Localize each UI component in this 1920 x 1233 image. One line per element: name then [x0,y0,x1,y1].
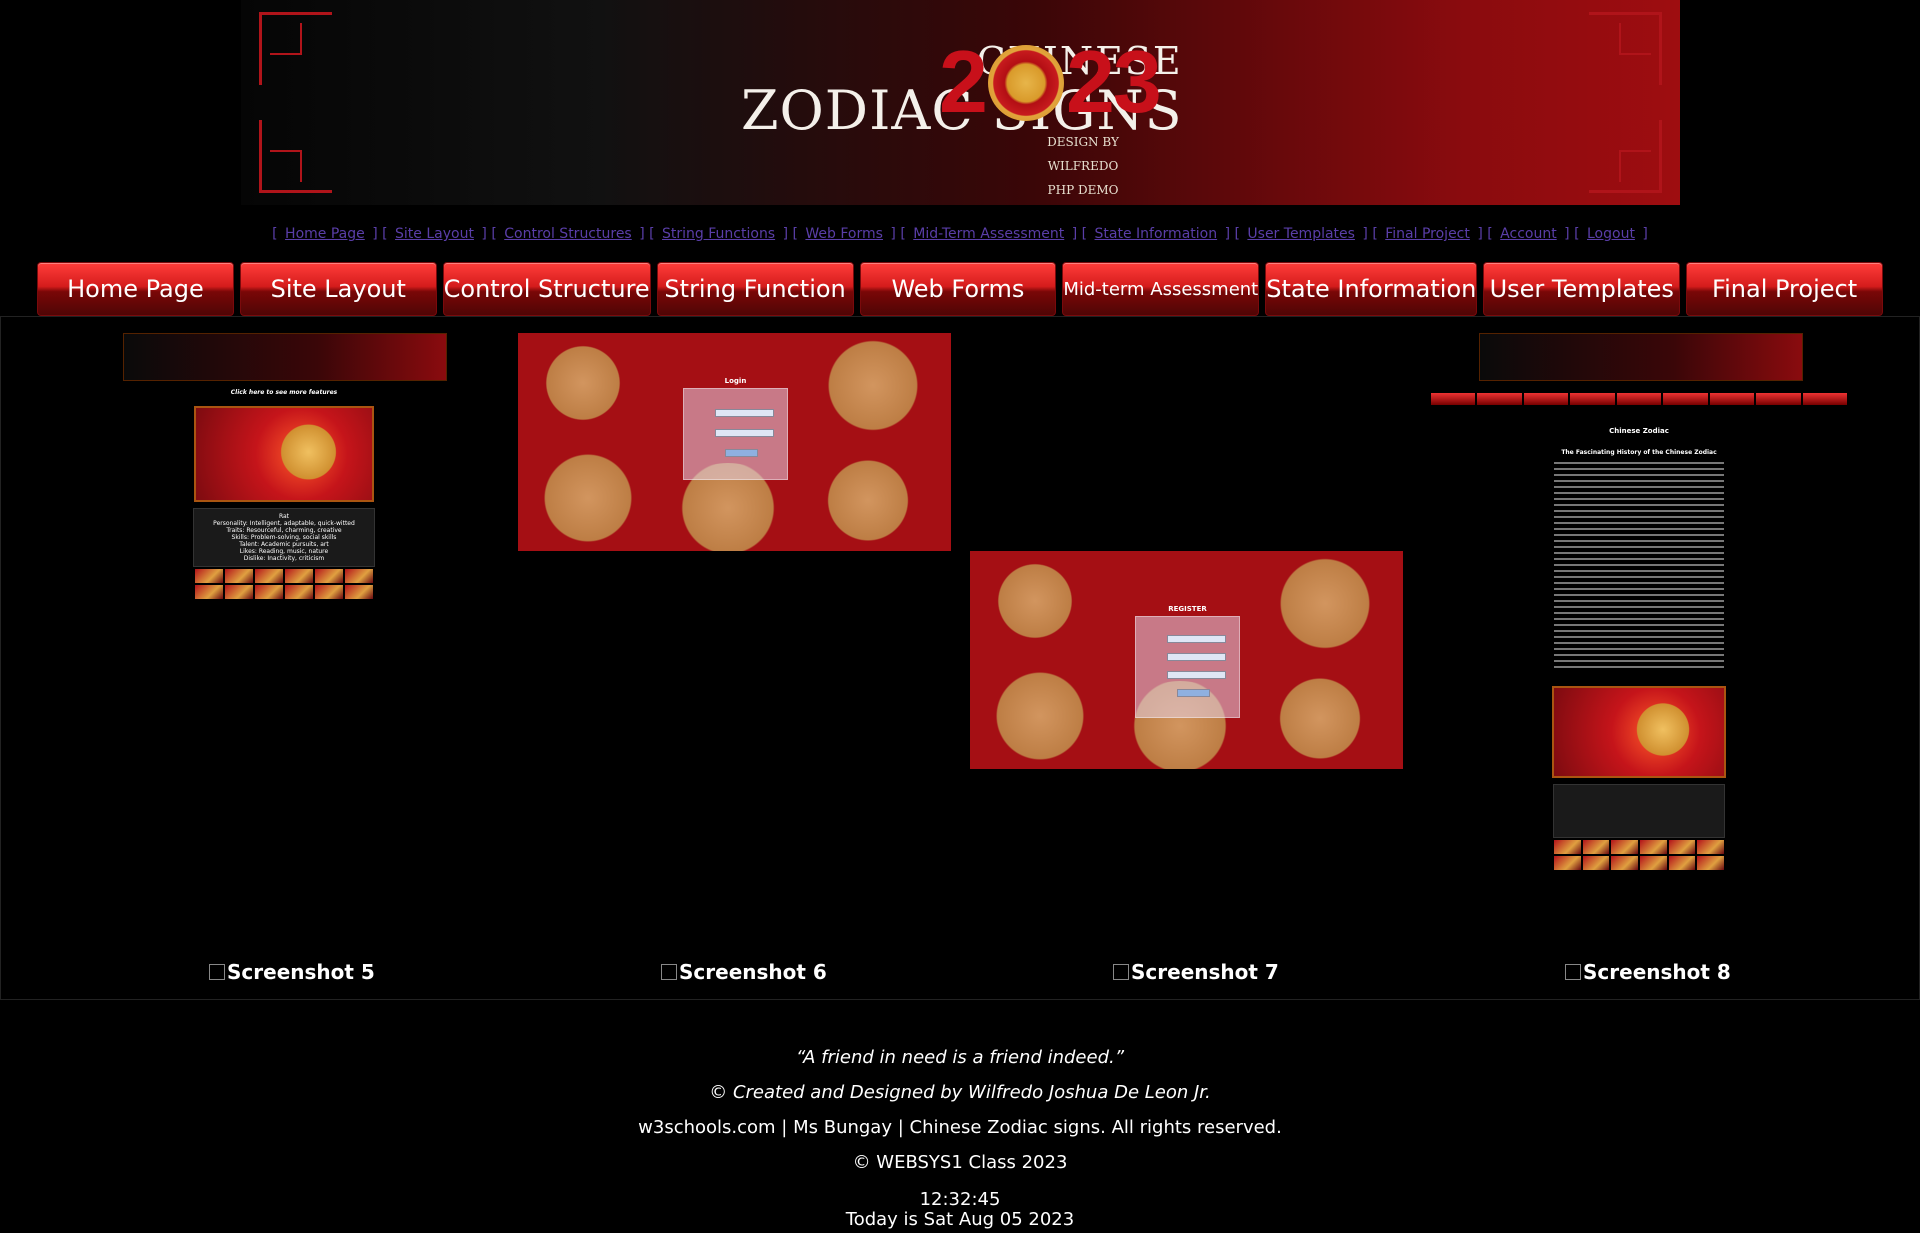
mini-paragraphs [1554,462,1724,672]
nav-button-home[interactable]: Home Page [37,262,234,316]
info-line: Personality: Intelligent, adaptable, qui… [213,520,355,527]
button-navigation: Home Page Site Layout Control Structure … [37,262,1883,316]
text-navigation: [ Home Page ] [ Site Layout ] [ Control … [272,226,1648,242]
nav-button-user-templates[interactable]: User Templates [1483,262,1681,316]
corner-ornament [1589,12,1662,85]
textnav-user-templates[interactable]: User Templates [1247,226,1355,242]
rat-card-image [1552,686,1726,778]
nav-button-state-information[interactable]: State Information [1265,262,1478,316]
thumbnail-strip [1554,840,1724,870]
info-line: Dislike: Inactivity, criticism [243,555,325,562]
textnav-control-structures[interactable]: Control Structures [504,226,631,242]
info-line: Talent: Academic pursuits, art [239,541,329,548]
textnav-home[interactable]: Home Page [285,226,365,242]
mini-heading: Chinese Zodiac [1609,427,1669,435]
info-line: Rat [278,513,290,520]
footer: “A friend in need is a friend indeed.” ©… [0,1040,1920,1230]
footer-credit: © Created and Designed by Wilfredo Joshu… [709,1082,1211,1103]
nav-button-control-structure[interactable]: Control Structure [442,262,651,316]
rabbit-medallion-icon [987,44,1064,121]
screenshot-5-caption: Screenshot 5 [209,960,375,984]
footer-quote: “A friend in need is a friend indeed.” [795,1047,1125,1068]
zodiac-info-box [1553,784,1725,838]
screenshot-5-image[interactable]: Click here to see more features Rat Pers… [123,333,447,633]
textnav-string-functions[interactable]: String Functions [662,226,775,242]
info-line: Likes: Reading, music, nature [239,548,329,555]
screenshot-7-caption: Screenshot 7 [1113,960,1279,984]
footer-class: © WEBSYS1 Class 2023 [852,1152,1068,1173]
corner-ornament [259,120,332,193]
rat-card-image [194,406,374,502]
thumbnail-strip [195,569,373,599]
nav-button-final-project[interactable]: Final Project [1686,262,1883,316]
zodiac-info-box: Rat Personality: Intelligent, adaptable,… [193,508,375,567]
mini-banner [123,333,447,381]
nav-button-midterm[interactable]: Mid-term Assessment [1062,262,1260,316]
textnav-account[interactable]: Account [1500,226,1557,242]
nav-button-string-function[interactable]: String Function [656,262,854,316]
screenshot-6-image[interactable]: Login [518,333,951,551]
nav-button-web-forms[interactable]: Web Forms [859,262,1057,316]
login-form: Login [683,377,788,480]
corner-ornament [1589,120,1662,193]
mini-button-nav [1431,393,1847,405]
mini-banner [1479,333,1803,381]
broken-image-icon [1113,964,1129,980]
mini-subheading: The Fascinating History of the Chinese Z… [1561,449,1717,456]
register-title: REGISTER [1168,605,1207,613]
footer-date: Today is Sat Aug 05 2023 [845,1209,1075,1230]
screenshot-gallery: Click here to see more features Rat Pers… [0,316,1920,1000]
screenshot-8-caption: Screenshot 8 [1565,960,1731,984]
textnav-state-information[interactable]: State Information [1095,226,1218,242]
logo-credit: DESIGN BY WILFREDO [1047,135,1119,173]
broken-image-icon [209,964,225,980]
textnav-logout[interactable]: Logout [1587,226,1635,242]
nav-button-site-layout[interactable]: Site Layout [239,262,437,316]
textnav-web-forms[interactable]: Web Forms [805,226,883,242]
info-line: Skills: Problem-solving, social skills [231,534,337,541]
register-form: REGISTER [1135,605,1240,718]
footer-rights: w3schools.com | Ms Bungay | Chinese Zodi… [638,1117,1282,1138]
textnav-final-project[interactable]: Final Project [1385,226,1470,242]
login-title: Login [724,377,747,385]
logo-year: 2023 223 [939,32,1162,131]
broken-image-icon [1565,964,1581,980]
header-banner: CHINESE ZODIAC SIGNS 2023 223 DESIGN BY … [241,0,1680,205]
logo-sub: PHP DEMO [1047,183,1119,197]
more-features-link: Click here to see more features [230,389,338,396]
textnav-midterm[interactable]: Mid-Term Assessment [913,226,1064,242]
logo-subline: DESIGN BY WILFREDO PHP DEMO [1023,130,1143,202]
corner-ornament [259,12,332,85]
screenshot-6-caption: Screenshot 6 [661,960,827,984]
footer-clock: 12:32:45 [919,1189,1001,1210]
screenshot-8-image[interactable]: Chinese Zodiac The Fascinating History o… [1431,333,1847,933]
broken-image-icon [661,964,677,980]
textnav-site-layout[interactable]: Site Layout [395,226,474,242]
info-line: Traits: Resourceful, charming, creative [226,527,342,534]
screenshot-7-image[interactable]: REGISTER [970,551,1403,769]
